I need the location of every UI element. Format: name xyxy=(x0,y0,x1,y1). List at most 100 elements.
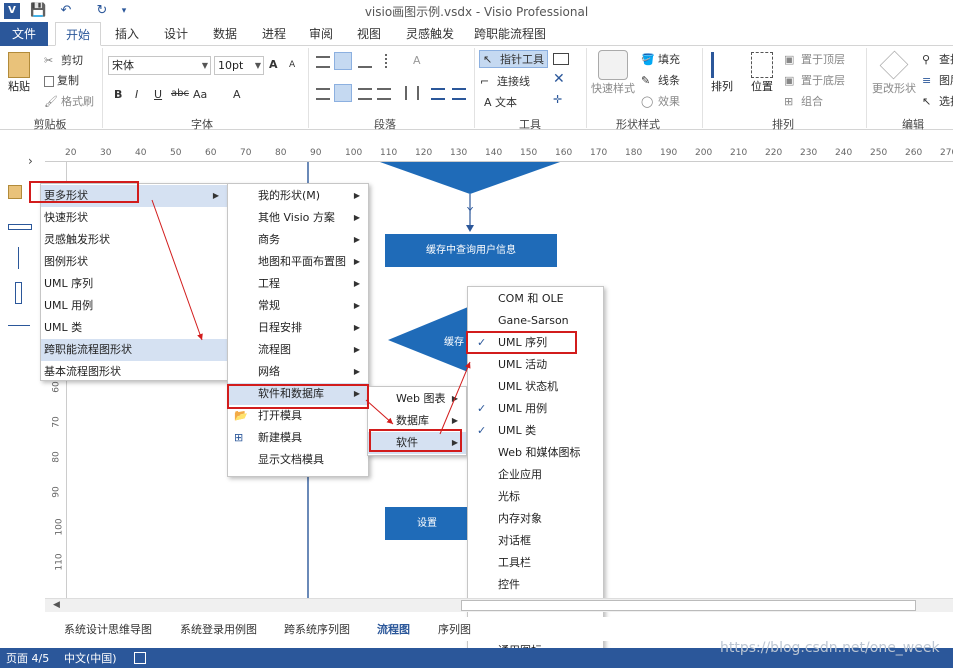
bring-to-front-button[interactable]: ▣ 置于顶层 xyxy=(784,51,845,67)
connector-tool-button[interactable]: ⌐ 连接线 xyxy=(480,73,530,89)
quick-styles-button[interactable]: 快速样式 xyxy=(590,50,636,96)
increase-indent-icon[interactable] xyxy=(452,88,466,100)
menu-item[interactable]: COM 和 OLE xyxy=(468,288,603,310)
effects-button[interactable]: ◯ 效果 xyxy=(641,93,680,109)
connection-point-icon[interactable]: ✛ xyxy=(553,93,562,106)
align-top-icon[interactable] xyxy=(316,56,330,68)
menu-item[interactable]: 灵感触发形状 xyxy=(41,229,227,251)
find-button[interactable]: ⚲查找 xyxy=(922,51,953,67)
menu-item[interactable]: UML 状态机 xyxy=(468,376,603,398)
group-button[interactable]: ⊞ 组合 xyxy=(784,93,823,109)
text-direction-icon[interactable]: A xyxy=(413,54,421,67)
menu-item[interactable]: ✓ UML 用例 xyxy=(468,398,603,420)
align-bottom-icon[interactable] xyxy=(358,56,372,68)
align-button[interactable]: 排列 xyxy=(706,52,738,94)
fill-button[interactable]: 🪣 填充 xyxy=(641,51,680,67)
rectangle-icon[interactable] xyxy=(553,53,569,65)
menu-item[interactable]: ⊞ 新建模具 xyxy=(228,427,368,449)
stencil-icon[interactable] xyxy=(8,185,22,199)
page-indicator[interactable]: 页面 4/5 xyxy=(6,650,49,666)
menu-item[interactable]: 我的形状(M) ▶ xyxy=(228,185,368,207)
menu-item[interactable]: 跨职能流程图形状 xyxy=(41,339,227,361)
align-left-icon[interactable] xyxy=(316,88,330,100)
select-button[interactable]: ↖选择 xyxy=(922,93,953,109)
macro-icon[interactable] xyxy=(134,652,146,664)
horizontal-separator-icon[interactable] xyxy=(8,325,30,326)
swimlane-shape-icon[interactable] xyxy=(8,224,32,230)
menu-item[interactable]: 内存对象 xyxy=(468,508,603,530)
menu-item[interactable]: 日程安排 ▶ xyxy=(228,317,368,339)
tab-home[interactable]: 开始 xyxy=(55,22,101,46)
menu-item[interactable]: ✓ UML 类 xyxy=(468,420,603,442)
scroll-thumb[interactable] xyxy=(461,600,916,611)
underline-button[interactable]: U xyxy=(154,88,162,101)
tab-data[interactable]: 数据 xyxy=(204,22,246,46)
page-tab[interactable]: 系统设计思维导图 xyxy=(64,621,152,639)
menu-item[interactable]: 显示文档模具 xyxy=(228,449,368,471)
change-case-button[interactable]: Aa xyxy=(193,88,207,101)
menu-item[interactable]: Gane-Sarson xyxy=(468,310,603,332)
menu-item[interactable]: UML 活动 xyxy=(468,354,603,376)
menu-item[interactable]: 对话框 xyxy=(468,530,603,552)
tab-review[interactable]: 审阅 xyxy=(300,22,342,46)
scroll-left-icon[interactable]: ◀ xyxy=(53,600,60,610)
paste-button[interactable]: 粘贴 xyxy=(4,52,34,94)
copy-button[interactable]: 复制 xyxy=(44,72,79,88)
menu-item[interactable]: UML 类 xyxy=(41,317,227,339)
font-size-combo[interactable]: 10pt ▼ xyxy=(214,56,264,75)
tab-process[interactable]: 进程 xyxy=(253,22,295,46)
text-tool-button[interactable]: A 文本 xyxy=(484,94,517,110)
decision-shape-top[interactable] xyxy=(380,162,560,194)
menu-item[interactable]: UML 用例 xyxy=(41,295,227,317)
page-tab-active[interactable]: 流程图 xyxy=(377,621,410,639)
menu-item[interactable]: 基本流程图形状 xyxy=(41,361,227,383)
language-indicator[interactable]: 中文(中国) xyxy=(64,650,117,666)
process-box-cache-query[interactable]: 缓存中查询用户信息 xyxy=(385,234,557,267)
vertical-swimlane-icon[interactable] xyxy=(15,282,22,304)
bullets-icon[interactable] xyxy=(385,54,399,68)
italic-button[interactable]: I xyxy=(135,88,138,101)
menu-item[interactable]: 快速形状 xyxy=(41,207,227,229)
expand-shapes-icon[interactable]: › xyxy=(28,154,33,168)
decrease-indent-icon[interactable] xyxy=(431,88,445,100)
position-button[interactable]: 位置 xyxy=(745,52,779,94)
distribute-icon[interactable] xyxy=(405,86,419,100)
align-middle-icon[interactable] xyxy=(334,52,352,70)
menu-item[interactable]: 图例形状 xyxy=(41,251,227,273)
grow-font-button[interactable]: A xyxy=(269,58,278,71)
tab-brainstorm[interactable]: 灵感触发 xyxy=(398,22,462,46)
align-right-icon[interactable] xyxy=(358,88,372,100)
menu-item[interactable]: Web 图表 ▶ xyxy=(368,388,466,410)
menu-item[interactable]: Web 和媒体图标 xyxy=(468,442,603,464)
tab-file[interactable]: 文件 xyxy=(0,22,48,46)
line-button[interactable]: ✎ 线条 xyxy=(641,72,680,88)
shrink-font-button[interactable]: A xyxy=(289,60,295,70)
tab-insert[interactable]: 插入 xyxy=(106,22,148,46)
menu-item[interactable]: 流程图 ▶ xyxy=(228,339,368,361)
cut-button[interactable]: ✂ 剪切 xyxy=(44,52,83,68)
page-tab[interactable]: 跨系统序列图 xyxy=(284,621,350,639)
menu-item[interactable]: 商务 ▶ xyxy=(228,229,368,251)
bold-button[interactable]: B xyxy=(114,88,122,101)
align-center-icon[interactable] xyxy=(334,84,352,102)
menu-item[interactable]: 企业应用 xyxy=(468,464,603,486)
horizontal-scrollbar[interactable]: ◀ xyxy=(45,598,953,612)
menu-item[interactable]: 工具栏 xyxy=(468,552,603,574)
page-tab[interactable]: 系统登录用例图 xyxy=(180,621,257,639)
menu-item[interactable]: 工程 ▶ xyxy=(228,273,368,295)
menu-item[interactable]: 控件 xyxy=(468,574,603,596)
format-painter-button[interactable]: 🖌 格式刷 xyxy=(44,93,94,109)
tab-view[interactable]: 视图 xyxy=(348,22,390,46)
process-box-set[interactable]: 设置 xyxy=(385,507,469,540)
menu-item[interactable]: 地图和平面布置图 ▶ xyxy=(228,251,368,273)
pointer-tool-button[interactable]: ↖ 指针工具 xyxy=(479,50,548,68)
tab-crossfunctional[interactable]: 跨职能流程图 xyxy=(470,22,550,46)
justify-icon[interactable] xyxy=(377,88,391,100)
tab-design[interactable]: 设计 xyxy=(155,22,197,46)
separator-shape-icon[interactable] xyxy=(18,247,19,269)
page-tab[interactable]: 序列图 xyxy=(438,621,471,639)
close-icon[interactable]: ✕ xyxy=(553,71,565,87)
menu-item[interactable]: 光标 xyxy=(468,486,603,508)
strikethrough-button[interactable]: abc xyxy=(171,88,189,99)
send-to-back-button[interactable]: ▣ 置于底层 xyxy=(784,72,845,88)
